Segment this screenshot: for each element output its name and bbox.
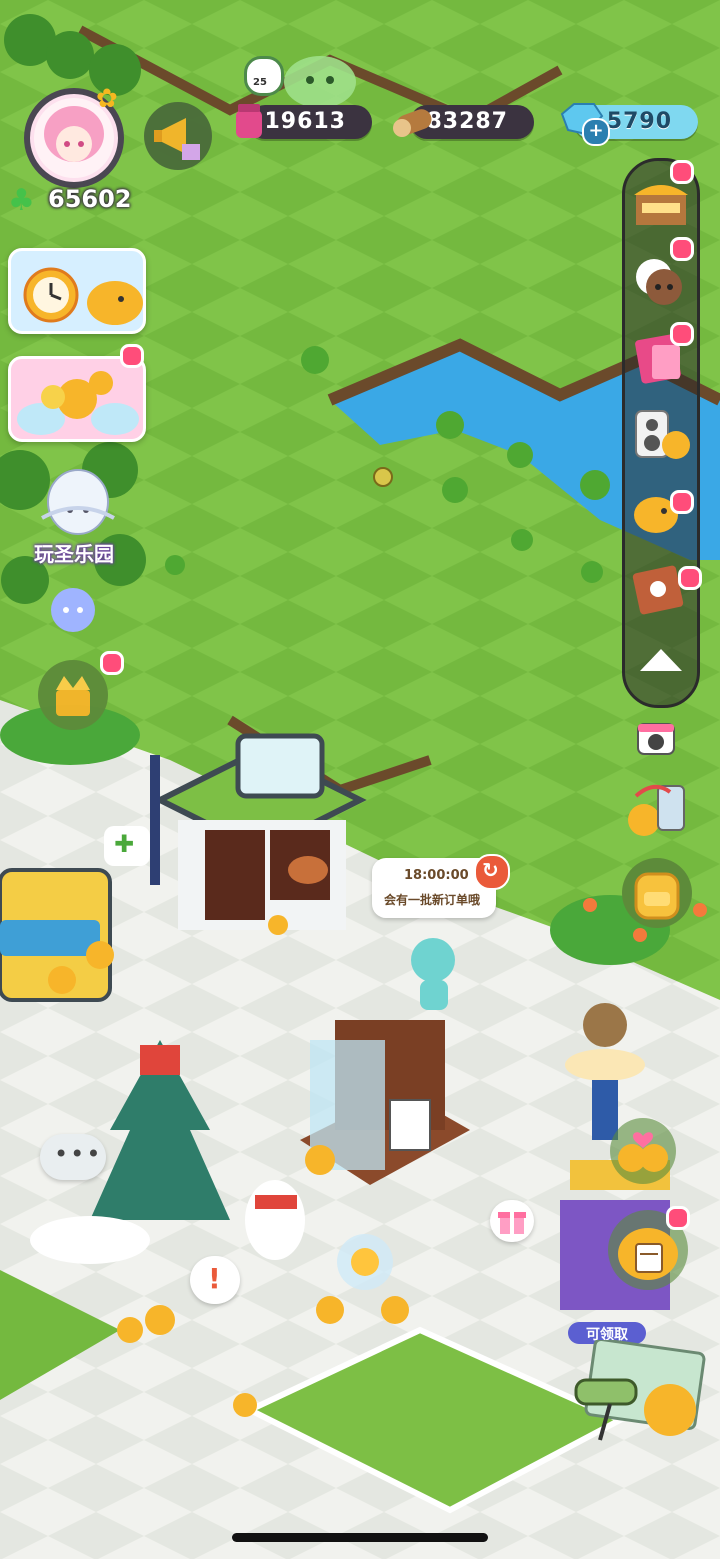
level-badge-value: 25 [253,77,267,88]
alarm-clock-icon [23,267,143,325]
jam-jar-icon [236,104,262,138]
spirit-button[interactable] [46,580,100,636]
clover-icon: ♣ [8,183,35,218]
telescope-map-icon [574,1337,706,1441]
announcement-button[interactable] [144,102,212,170]
refresh-order-button[interactable]: ↻ [474,854,510,890]
ghost-spirit-icon [51,588,95,632]
megaphone-icon [154,118,200,160]
chick-task-notification [666,1206,690,1230]
crown-quest-button[interactable] [38,660,108,730]
crown-quest-notification [100,651,124,675]
broadcast-button[interactable] [628,401,694,467]
order-timer: 18:00:00 [404,868,469,883]
plus-icon: + [588,120,604,141]
add-gems-button[interactable]: + [582,118,610,146]
chat-bubble-button[interactable]: ••• [40,1134,106,1180]
player-points-value: 65602 [48,185,132,213]
chat-icon: ••• [54,1140,103,1168]
crown-box-icon [56,676,90,716]
offline-reward-card[interactable] [8,248,146,334]
chick-recruit-notification [670,490,694,514]
arrow-up-icon [640,649,682,671]
camera-icon [637,723,675,755]
currency-pink-value: 19613 [264,109,346,134]
camera-button[interactable] [634,716,678,760]
shop-notification [670,160,694,184]
recipe-notification [678,566,702,590]
backpack-icon [634,872,680,920]
swap-device-button[interactable] [624,778,692,842]
speaker-icon [635,410,690,459]
player-avatar[interactable]: ✿ [24,84,124,188]
phone-swap-icon [628,784,685,836]
event-pack-notification [120,344,144,368]
currency-gems-value: 5790 [606,109,672,134]
log-icon [393,109,432,137]
friends-notification [670,237,694,261]
exclamation-icon: ! [208,1262,221,1295]
heart-chicks-button[interactable] [610,1118,676,1184]
gift-bubble-button[interactable] [490,1200,534,1242]
building-sign-button[interactable]: ✚ [104,826,150,866]
park-entry-button[interactable]: 玩圣乐园 [28,458,128,566]
collapse-rail-button[interactable] [628,631,694,697]
refresh-icon: ↻ [482,858,499,882]
expedition-button[interactable] [570,1337,710,1450]
album-notification [670,322,694,346]
chick-heart-icon [618,1132,668,1172]
grass-sign-icon: ✚ [114,830,135,858]
chick-pile-icon [17,371,139,435]
backpack-button[interactable] [622,858,692,928]
level-badge[interactable]: 25 [244,56,284,96]
alert-bubble-button[interactable]: ! [190,1256,240,1304]
park-entry-label: 玩圣乐园 [34,542,114,566]
gift-icon [498,1212,526,1234]
sun-badge-icon: ✿ [96,84,118,114]
fairy-icon [41,469,115,535]
order-message: 会有一批新订单哦 [384,893,481,907]
home-indicator[interactable] [232,1533,488,1542]
event-pack-card[interactable] [8,356,146,442]
currency-pink-pill[interactable]: 19613 [248,105,372,139]
slime-mascot-icon [284,56,356,108]
